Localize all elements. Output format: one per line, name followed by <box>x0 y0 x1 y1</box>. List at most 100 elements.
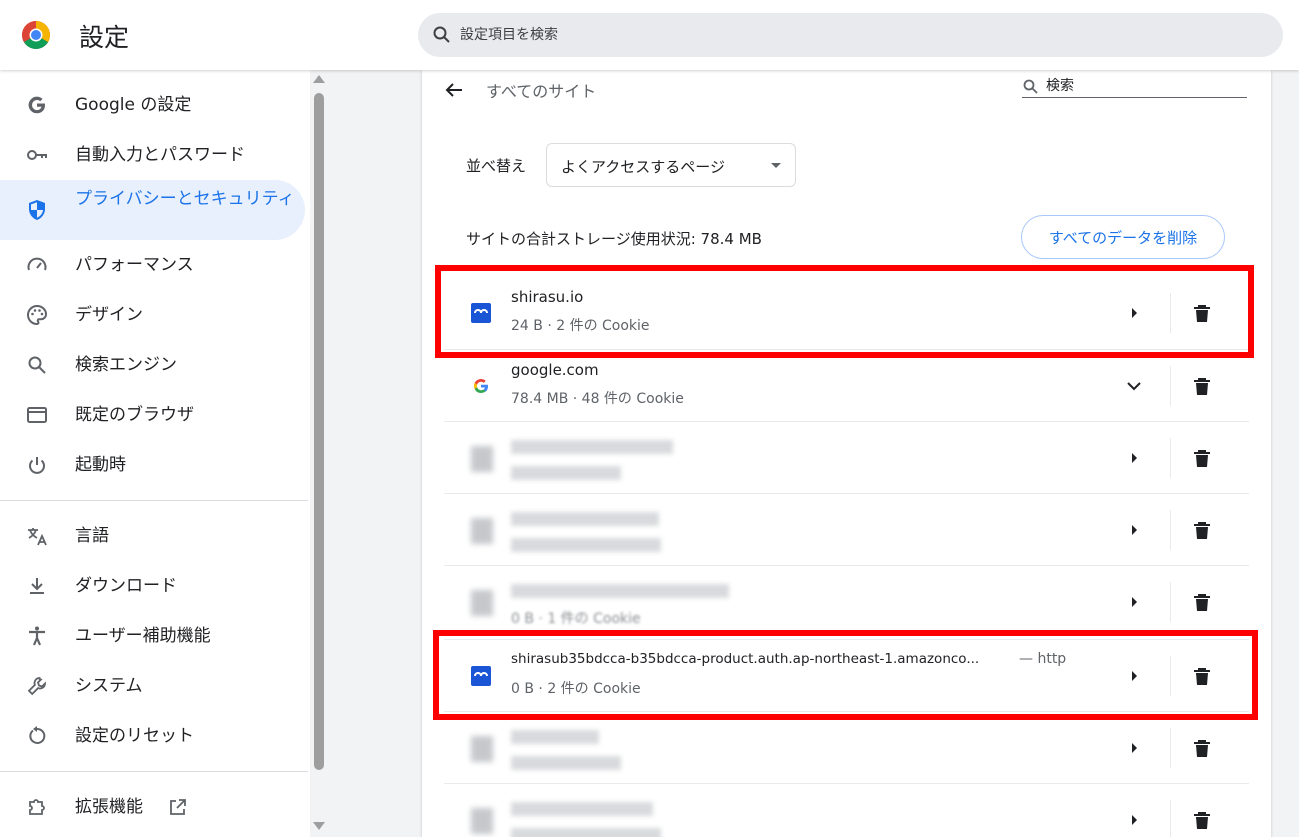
palette-icon <box>27 304 48 326</box>
back-arrow-icon[interactable] <box>442 78 466 102</box>
delete-all-data-button[interactable]: すべてのデータを削除 <box>1021 215 1225 259</box>
accessibility-icon <box>29 626 45 646</box>
sidebar-item-label: デザイン <box>75 305 143 325</box>
sidebar-item-label: 既定のブラウザ <box>75 405 194 425</box>
site-row-obscured[interactable] <box>444 711 1249 783</box>
sidebar-scrollbar[interactable] <box>311 70 327 837</box>
obscured-favicon <box>471 446 493 472</box>
scroll-down-arrow-icon[interactable] <box>313 822 325 830</box>
google-g-icon <box>473 379 488 394</box>
site-search-input[interactable] <box>1046 76 1246 96</box>
obscured-detail <box>511 466 621 480</box>
sidebar-item-accessibility[interactable]: ユーザー補助機能 <box>0 611 305 661</box>
settings-search-box[interactable] <box>418 13 1283 57</box>
reset-icon <box>29 726 46 744</box>
download-icon <box>30 578 44 594</box>
chevron-right-icon[interactable] <box>1122 736 1146 760</box>
settings-search-input[interactable] <box>460 13 1240 57</box>
sort-dropdown[interactable]: よくアクセスするページ <box>546 143 796 187</box>
sidebar-divider <box>0 500 308 501</box>
puzzle-icon <box>29 799 45 815</box>
chevron-right-icon[interactable] <box>1122 590 1146 614</box>
site-row-obscured[interactable] <box>444 421 1249 493</box>
highlight-box-cognito <box>433 630 1258 720</box>
site-row-obscured[interactable] <box>444 783 1249 837</box>
obscured-detail <box>511 828 661 837</box>
key-icon <box>27 150 47 160</box>
row-separator <box>1170 800 1171 837</box>
search-icon <box>28 356 46 374</box>
chevron-right-icon[interactable] <box>1122 518 1146 542</box>
trash-icon[interactable] <box>1190 518 1214 542</box>
scroll-thumb[interactable] <box>314 93 324 770</box>
site-row-obscured[interactable]: 0 B · 1 件の Cookie <box>444 565 1249 637</box>
sidebar-item-languages[interactable]: 言語 <box>0 511 305 561</box>
sidebar-item-google[interactable]: Google の設定 <box>0 80 305 130</box>
search-icon <box>433 26 450 43</box>
storage-usage-text: サイトの合計ストレージ使用状況: 78.4 MB <box>466 230 762 248</box>
sidebar-item-label: Google の設定 <box>75 95 192 115</box>
sidebar-item-label: 起動時 <box>75 455 126 475</box>
scroll-up-arrow-icon[interactable] <box>313 75 325 83</box>
sidebar-item-privacy[interactable]: プライバシーとセキュリティ <box>0 180 305 240</box>
row-separator <box>1170 366 1171 406</box>
sidebar-item-design[interactable]: デザイン <box>0 290 305 340</box>
sidebar: Google の設定 自動入力とパスワード プライバシーとセキュリティ パフォー… <box>0 70 310 837</box>
sidebar-item-label: 自動入力とパスワード <box>75 145 245 165</box>
app-title: 設定 <box>79 23 130 52</box>
row-separator <box>1170 510 1171 550</box>
trash-icon[interactable] <box>1190 374 1214 398</box>
sidebar-item-performance[interactable]: パフォーマンス <box>0 240 305 290</box>
external-link-icon <box>170 799 186 815</box>
obscured-favicon <box>471 808 493 834</box>
trash-icon[interactable] <box>1190 808 1214 832</box>
obscured-favicon <box>471 736 493 762</box>
obscured-host <box>511 584 729 598</box>
sidebar-item-autofill[interactable]: 自動入力とパスワード <box>0 130 305 180</box>
trash-icon[interactable] <box>1190 736 1214 760</box>
sidebar-item-reset[interactable]: 設定のリセット <box>0 711 305 761</box>
sidebar-divider <box>0 771 308 772</box>
obscured-favicon <box>471 590 493 616</box>
wrench-icon <box>27 677 46 696</box>
obscured-host <box>511 440 673 454</box>
sidebar-item-system[interactable]: システム <box>0 661 305 711</box>
chevron-right-icon[interactable] <box>1122 446 1146 470</box>
trash-icon[interactable] <box>1190 446 1214 470</box>
site-search-box[interactable] <box>1022 76 1247 98</box>
sidebar-item-label: プライバシーとセキュリティ <box>75 189 295 209</box>
chevron-down-icon[interactable] <box>1122 374 1146 398</box>
chevron-right-icon[interactable] <box>1122 808 1146 832</box>
row-separator <box>1170 728 1171 768</box>
obscured-detail <box>511 538 661 552</box>
sort-dropdown-value: よくアクセスするページ <box>561 158 725 176</box>
app-header: 設定 <box>0 0 1299 70</box>
site-row[interactable]: google.com 78.4 MB · 48 件の Cookie <box>444 349 1249 421</box>
obscured-host <box>511 512 659 526</box>
sidebar-item-extensions[interactable]: 拡張機能 <box>0 782 305 832</box>
shield-icon <box>29 200 45 220</box>
sidebar-item-label: 検索エンジン <box>75 355 177 375</box>
power-icon <box>29 457 45 474</box>
sidebar-item-label: 拡張機能 <box>75 797 143 817</box>
site-row-obscured[interactable] <box>444 493 1249 565</box>
sidebar-item-label: 言語 <box>75 526 109 546</box>
sidebar-item-label: システム <box>75 676 143 696</box>
search-icon <box>1023 79 1038 94</box>
obscured-host <box>511 730 599 744</box>
sidebar-item-label: 設定のリセット <box>75 726 194 746</box>
trash-icon[interactable] <box>1190 590 1214 614</box>
chrome-logo-icon <box>22 21 50 49</box>
obscured-host <box>511 802 653 816</box>
sidebar-item-on-startup[interactable]: 起動時 <box>0 440 305 490</box>
translate-icon <box>28 528 47 546</box>
sidebar-item-default-browser[interactable]: 既定のブラウザ <box>0 390 305 440</box>
obscured-detail <box>511 756 621 770</box>
sort-label: 並べ替え <box>466 157 527 175</box>
sidebar-item-search-engine[interactable]: 検索エンジン <box>0 340 305 390</box>
row-separator <box>1170 438 1171 478</box>
sidebar-item-label: ユーザー補助機能 <box>75 626 211 646</box>
row-separator <box>1170 582 1171 622</box>
speedometer-icon <box>27 257 47 271</box>
sidebar-item-downloads[interactable]: ダウンロード <box>0 561 305 611</box>
